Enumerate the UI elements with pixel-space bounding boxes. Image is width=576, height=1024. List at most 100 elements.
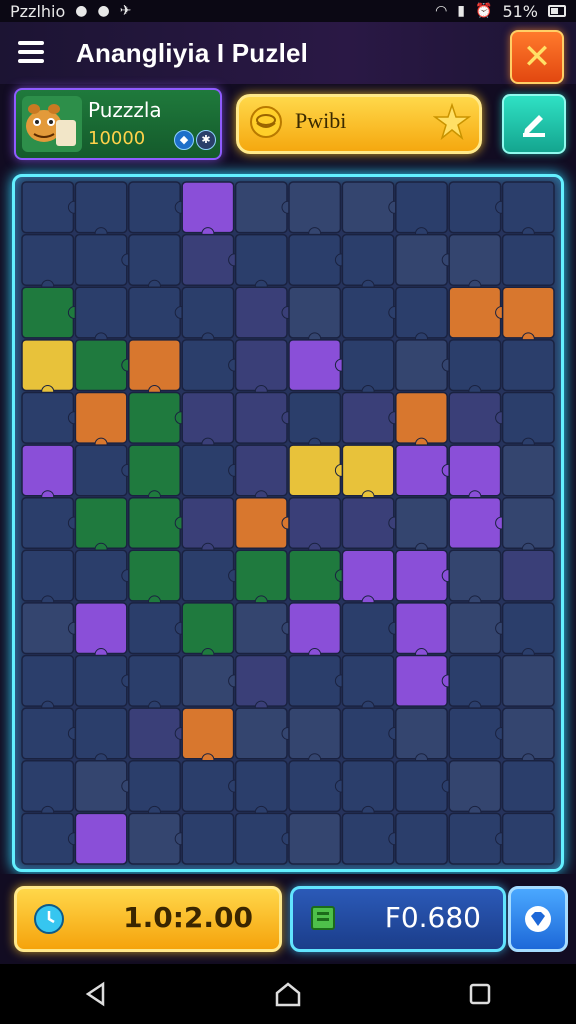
puzzle-piece[interactable] <box>21 181 75 234</box>
puzzle-piece[interactable] <box>234 444 288 497</box>
puzzle-piece[interactable] <box>181 654 235 707</box>
puzzle-piece[interactable] <box>74 233 128 286</box>
puzzle-piece[interactable] <box>341 707 395 760</box>
puzzle-piece[interactable] <box>74 339 128 392</box>
puzzle-piece[interactable] <box>128 654 181 707</box>
puzzle-piece[interactable] <box>448 602 502 655</box>
puzzle-piece[interactable] <box>501 549 555 602</box>
puzzle-piece[interactable] <box>181 391 235 444</box>
puzzle-piece[interactable] <box>234 760 288 813</box>
puzzle-piece[interactable] <box>181 707 235 760</box>
puzzle-piece[interactable] <box>234 233 288 286</box>
puzzle-piece[interactable] <box>501 233 555 286</box>
puzzle-piece[interactable] <box>288 444 342 497</box>
puzzle-piece[interactable] <box>341 602 395 655</box>
puzzle-piece[interactable] <box>21 339 75 392</box>
puzzle-piece[interactable] <box>234 496 288 550</box>
puzzle-piece[interactable] <box>128 812 181 865</box>
puzzle-piece[interactable] <box>181 444 235 497</box>
puzzle-piece[interactable] <box>74 549 128 602</box>
puzzle-piece[interactable] <box>501 707 555 760</box>
puzzle-piece[interactable] <box>448 496 502 550</box>
home-button[interactable] <box>268 974 308 1014</box>
puzzle-piece[interactable] <box>234 654 288 707</box>
puzzle-piece[interactable] <box>21 760 75 813</box>
puzzle-piece[interactable] <box>181 602 235 655</box>
puzzle-piece[interactable] <box>181 181 235 234</box>
puzzle-piece[interactable] <box>288 496 342 550</box>
puzzle-piece[interactable] <box>128 549 181 602</box>
puzzle-piece[interactable] <box>181 233 235 286</box>
puzzle-piece[interactable] <box>128 760 181 813</box>
puzzle-piece[interactable] <box>21 549 75 602</box>
puzzle-piece[interactable] <box>341 812 395 865</box>
edit-button[interactable] <box>502 94 566 154</box>
puzzle-piece[interactable] <box>395 760 448 813</box>
puzzle-piece[interactable] <box>341 760 395 813</box>
puzzle-piece[interactable] <box>288 654 342 707</box>
puzzle-piece[interactable] <box>128 496 181 550</box>
puzzle-piece[interactable] <box>234 602 288 655</box>
puzzle-piece[interactable] <box>128 707 181 760</box>
puzzle-piece[interactable] <box>448 339 502 392</box>
puzzle-piece[interactable] <box>288 549 342 602</box>
puzzle-piece[interactable] <box>234 812 288 865</box>
puzzle-piece[interactable] <box>395 707 448 760</box>
close-button[interactable]: ✕ <box>510 30 564 84</box>
puzzle-piece[interactable] <box>74 286 128 339</box>
puzzle-piece[interactable] <box>74 181 128 234</box>
puzzle-piece[interactable] <box>341 444 395 497</box>
puzzle-piece[interactable] <box>234 339 288 392</box>
puzzle-piece[interactable] <box>74 812 128 865</box>
hint-button[interactable]: Pwibi <box>236 94 482 154</box>
puzzle-piece[interactable] <box>21 286 75 339</box>
puzzle-piece[interactable] <box>395 181 448 234</box>
puzzle-piece[interactable] <box>181 812 235 865</box>
puzzle-piece[interactable] <box>234 391 288 444</box>
puzzle-piece[interactable] <box>74 496 128 550</box>
puzzle-piece[interactable] <box>74 444 128 497</box>
puzzle-piece[interactable] <box>21 812 75 865</box>
menu-icon[interactable] <box>18 41 44 63</box>
puzzle-piece[interactable] <box>288 391 342 444</box>
puzzle-piece[interactable] <box>501 812 555 865</box>
puzzle-piece[interactable] <box>288 339 342 392</box>
puzzle-piece[interactable] <box>21 233 75 286</box>
puzzle-piece[interactable] <box>181 496 235 550</box>
puzzle-piece[interactable] <box>128 233 181 286</box>
puzzle-piece[interactable] <box>501 444 555 497</box>
puzzle-piece[interactable] <box>21 602 75 655</box>
puzzle-piece[interactable] <box>395 812 448 865</box>
puzzle-piece[interactable] <box>501 602 555 655</box>
back-button[interactable] <box>76 974 116 1014</box>
puzzle-piece[interactable] <box>395 391 448 444</box>
puzzle-piece[interactable] <box>21 444 75 497</box>
puzzle-piece[interactable] <box>21 707 75 760</box>
puzzle-piece[interactable] <box>448 444 502 497</box>
puzzle-piece[interactable] <box>448 654 502 707</box>
puzzle-piece[interactable] <box>128 602 181 655</box>
puzzle-piece[interactable] <box>501 654 555 707</box>
puzzle-grid[interactable] <box>21 181 555 865</box>
puzzle-piece[interactable] <box>395 654 448 707</box>
puzzle-piece[interactable] <box>74 654 128 707</box>
puzzle-piece[interactable] <box>501 181 555 234</box>
puzzle-piece[interactable] <box>395 496 448 550</box>
puzzle-piece[interactable] <box>74 602 128 655</box>
puzzle-piece[interactable] <box>181 760 235 813</box>
puzzle-piece[interactable] <box>288 286 342 339</box>
puzzle-piece[interactable] <box>288 602 342 655</box>
puzzle-piece[interactable] <box>341 233 395 286</box>
puzzle-piece[interactable] <box>21 391 75 444</box>
gem-button[interactable] <box>508 886 568 952</box>
puzzle-piece[interactable] <box>395 549 448 602</box>
puzzle-piece[interactable] <box>288 707 342 760</box>
puzzle-piece[interactable] <box>341 549 395 602</box>
puzzle-piece[interactable] <box>74 391 128 444</box>
puzzle-piece[interactable] <box>288 760 342 813</box>
puzzle-piece[interactable] <box>395 233 448 286</box>
puzzle-piece[interactable] <box>501 760 555 813</box>
puzzle-piece[interactable] <box>74 707 128 760</box>
puzzle-piece[interactable] <box>341 339 395 392</box>
puzzle-piece[interactable] <box>501 391 555 444</box>
